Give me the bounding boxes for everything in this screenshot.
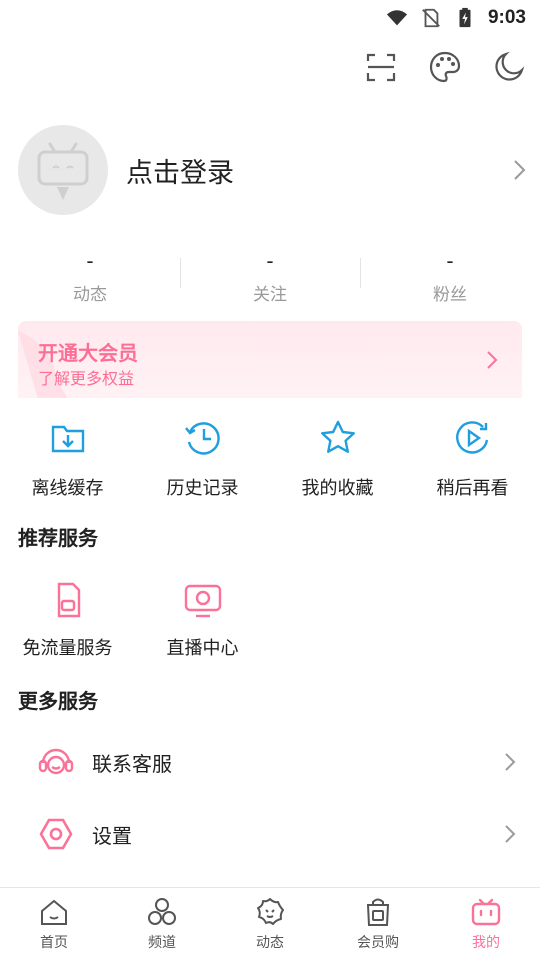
tv-mascot-icon (37, 142, 89, 200)
service-live-center[interactable]: 直播中心 (135, 580, 270, 660)
quick-history[interactable]: 历史记录 (135, 418, 270, 500)
star-icon (320, 420, 355, 453)
login-row[interactable]: 点击登录 (18, 124, 528, 216)
row-label: 设置 (92, 823, 132, 848)
stats-row: - 动态 - 关注 - 粉丝 (0, 248, 540, 308)
service-label: 免流量服务 (22, 638, 113, 659)
section-title-recommended: 推荐服务 (18, 526, 98, 550)
status-bar: 9:03 (0, 0, 540, 36)
recommended-services: 免流量服务 直播中心 (0, 580, 270, 660)
tab-mall[interactable]: 会员购 (324, 888, 432, 960)
chevron-right-icon (505, 753, 516, 771)
tab-home[interactable]: 首页 (0, 888, 108, 960)
quick-label: 稍后再看 (436, 478, 509, 499)
quick-label: 离线缓存 (31, 478, 104, 499)
quick-offline-cache[interactable]: 离线缓存 (0, 418, 135, 500)
clock: 9:03 (487, 7, 526, 28)
row-label: 联系客服 (92, 751, 172, 776)
login-label[interactable]: 点击登录 (126, 151, 510, 190)
stat-value: - (266, 249, 274, 273)
vip-banner[interactable]: 开通大会员 了解更多权益 (18, 321, 522, 399)
top-actions (364, 50, 526, 84)
stat-fans[interactable]: - 粉丝 (360, 248, 540, 308)
wifi-icon (386, 10, 408, 26)
quick-favorites[interactable]: 我的收藏 (270, 418, 405, 500)
live-tv-icon (184, 584, 221, 618)
divider (180, 258, 181, 288)
channel-icon (148, 898, 176, 925)
stat-label: 动态 (73, 285, 107, 305)
quick-watch-later[interactable]: 稍后再看 (405, 418, 540, 500)
row-settings[interactable]: 设置 (0, 804, 540, 864)
home-icon (41, 899, 67, 925)
stat-following[interactable]: - 关注 (180, 248, 360, 308)
stat-label: 关注 (253, 285, 287, 305)
chevron-right-icon (505, 825, 516, 843)
stat-label: 粉丝 (433, 285, 467, 305)
vip-subtitle: 了解更多权益 (38, 369, 135, 388)
history-clock-icon (184, 422, 220, 455)
dynamic-icon (257, 898, 284, 925)
settings-hexagon-icon (39, 818, 73, 850)
tab-label: 会员购 (357, 935, 399, 951)
chevron-right-icon (514, 160, 526, 180)
tab-mine[interactable]: 我的 (432, 888, 540, 960)
vip-title: 开通大会员 (38, 341, 138, 365)
service-label: 直播中心 (166, 638, 239, 659)
shopping-bag-icon (366, 898, 390, 926)
quick-label: 历史记录 (166, 478, 239, 499)
battery-charging-icon (459, 7, 471, 28)
download-folder-icon (51, 425, 84, 453)
tab-label: 动态 (256, 935, 284, 951)
quick-label: 我的收藏 (301, 478, 374, 499)
theme-palette-icon[interactable] (428, 50, 462, 84)
night-mode-icon[interactable] (492, 50, 526, 84)
divider (360, 258, 361, 288)
row-customer-service[interactable]: 联系客服 (0, 732, 540, 792)
quick-actions: 离线缓存 历史记录 我的收藏 稍后再看 (0, 418, 540, 500)
tab-channel[interactable]: 频道 (108, 888, 216, 960)
stat-value: - (86, 249, 94, 273)
scan-icon[interactable] (364, 50, 398, 84)
headset-icon (38, 748, 74, 775)
bottom-tab-bar: 首页 频道 动态 会员购 我的 (0, 887, 540, 960)
tab-label: 我的 (472, 935, 500, 951)
chevron-right-icon (487, 351, 498, 369)
no-sim-icon (422, 8, 440, 28)
stat-dynamics[interactable]: - 动态 (0, 248, 180, 308)
avatar (18, 125, 108, 215)
section-title-more: 更多服务 (18, 689, 98, 713)
watch-later-icon (455, 421, 488, 454)
free-data-sim-icon (57, 582, 80, 618)
service-free-data[interactable]: 免流量服务 (0, 580, 135, 660)
tv-mine-icon (471, 898, 501, 926)
tab-dynamic[interactable]: 动态 (216, 888, 324, 960)
tab-label: 首页 (40, 935, 68, 951)
stat-value: - (446, 249, 454, 273)
tab-label: 频道 (148, 935, 176, 951)
